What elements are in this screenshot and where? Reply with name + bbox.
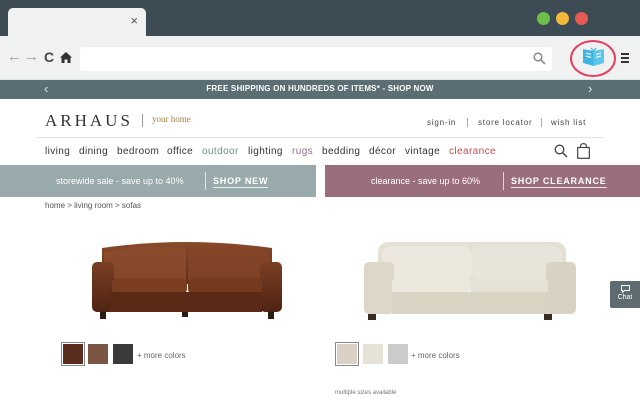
more-colors-link[interactable]: + more colors	[411, 351, 460, 360]
nav-outdoor[interactable]: outdoor	[202, 146, 239, 157]
clearance-banner[interactable]: clearance - save up to 60% SHOP CLEARANC…	[325, 165, 640, 197]
site-logo[interactable]: ARHAUS	[45, 111, 133, 131]
color-swatch-stone[interactable]	[388, 344, 408, 364]
nav-office[interactable]: office	[167, 146, 193, 157]
browser-tab[interactable]: ×	[8, 8, 146, 36]
color-swatch-charcoal[interactable]	[113, 344, 133, 364]
window-minimize-button[interactable]	[556, 12, 569, 25]
logo-divider	[142, 114, 143, 127]
nav-bedding[interactable]: bedding	[322, 146, 360, 157]
nav-dining[interactable]: dining	[79, 146, 108, 157]
home-icon[interactable]	[60, 50, 72, 68]
promo-next-arrow[interactable]: ›	[588, 81, 592, 97]
nav-decor[interactable]: décor	[369, 146, 396, 157]
shop-new-link[interactable]: SHOP NEW	[213, 176, 269, 188]
header-divider	[36, 137, 604, 138]
sign-in-link[interactable]: sign-in	[427, 118, 456, 127]
more-colors-link[interactable]: + more colors	[137, 351, 186, 360]
site-search-icon[interactable]	[554, 144, 568, 163]
reload-button[interactable]: C	[44, 48, 54, 66]
nav-rugs[interactable]: rugs	[292, 146, 313, 157]
util-divider	[541, 118, 542, 127]
color-swatch-dark-brown[interactable]	[61, 342, 85, 366]
shopping-bag-icon[interactable]	[577, 143, 590, 164]
tab-close-button[interactable]: ×	[130, 14, 138, 28]
color-swatch-brown[interactable]	[88, 344, 108, 364]
breadcrumb[interactable]: home > living room > sofas	[45, 201, 141, 210]
nav-clearance[interactable]: clearance	[449, 146, 496, 157]
browser-titlebar: ×	[0, 0, 640, 36]
color-swatch-ivory[interactable]	[363, 344, 383, 364]
storewide-sale-text: storewide sale - save up to 40%	[56, 176, 184, 186]
address-bar[interactable]	[80, 47, 552, 71]
chat-label: Chat	[617, 294, 633, 301]
util-divider	[467, 118, 468, 127]
nav-vintage[interactable]: vintage	[405, 146, 440, 157]
search-icon[interactable]	[533, 52, 546, 70]
browser-menu-button[interactable]	[621, 53, 629, 65]
store-locator-link[interactable]: store locator	[478, 118, 532, 127]
multiple-sizes-note: multiple sizes available	[335, 390, 397, 396]
banner-divider	[205, 172, 206, 190]
nav-bedroom[interactable]: bedroom	[117, 146, 159, 157]
nav-lighting[interactable]: lighting	[248, 146, 283, 157]
wish-list-link[interactable]: wish list	[551, 118, 586, 127]
nav-living[interactable]: living	[45, 146, 70, 157]
color-swatch-sand[interactable]	[335, 342, 359, 366]
chat-bubble-icon	[620, 285, 630, 293]
storewide-sale-banner[interactable]: storewide sale - save up to 40% SHOP NEW	[0, 165, 316, 197]
clearance-sale-text: clearance - save up to 60%	[371, 176, 481, 186]
banner-divider	[503, 172, 504, 190]
promo-bar: ‹ FREE SHIPPING ON HUNDREDS OF ITEMS* - …	[0, 80, 640, 99]
window-maximize-button[interactable]	[537, 12, 550, 25]
product-image-fabric-sofa[interactable]	[360, 236, 580, 329]
chat-button[interactable]: Chat	[610, 281, 640, 308]
forward-button[interactable]: →	[24, 48, 39, 66]
shop-clearance-link[interactable]: SHOP CLEARANCE	[511, 176, 607, 188]
browser-toolbar: ← → C	[0, 36, 640, 80]
open-book-icon[interactable]	[582, 47, 605, 72]
site-tagline: your home	[152, 114, 191, 124]
extension-highlight-ring	[570, 40, 616, 77]
back-button[interactable]: ←	[7, 48, 22, 66]
promo-text[interactable]: FREE SHIPPING ON HUNDREDS OF ITEMS* - SH…	[0, 84, 640, 93]
window-close-button[interactable]	[575, 12, 588, 25]
product-image-leather-sofa[interactable]	[82, 228, 292, 329]
browser-window: × ← → C ‹ FREE SHIPPING ON HUNDREDS OF I…	[0, 0, 640, 400]
